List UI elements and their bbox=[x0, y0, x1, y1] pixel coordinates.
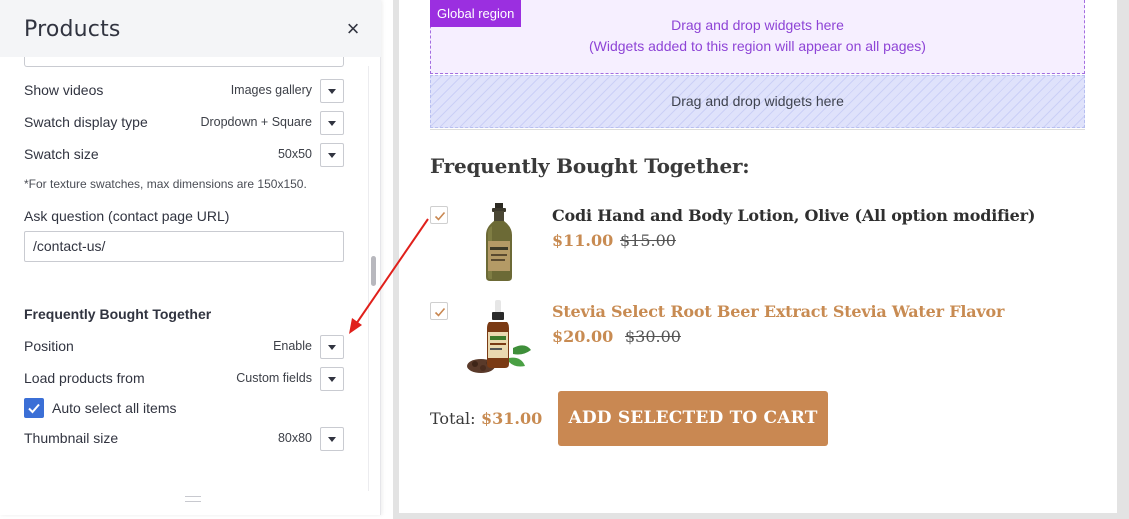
item-old-price: $15.00 bbox=[620, 231, 676, 250]
setting-value: Enable bbox=[273, 339, 312, 353]
dropdown-toggle[interactable] bbox=[320, 427, 344, 451]
global-region-subtext: (Widgets added to this region will appea… bbox=[589, 38, 926, 54]
dropdown-toggle[interactable] bbox=[320, 79, 344, 103]
item-name-link[interactable]: Stevia Select Root Beer Extract Stevia W… bbox=[552, 302, 1004, 321]
dropdown-toggle[interactable] bbox=[320, 111, 344, 135]
annotation-arrow-icon bbox=[349, 218, 429, 334]
panel-title: Products bbox=[24, 17, 121, 42]
item-price: $11.00 bbox=[552, 231, 614, 250]
setting-swatch-size: Swatch size 50x50 bbox=[24, 143, 344, 167]
setting-label: Show videos bbox=[24, 82, 104, 98]
setting-label: Thumbnail size bbox=[24, 430, 119, 446]
setting-value: Custom fields bbox=[236, 371, 312, 385]
auto-select-checkbox[interactable] bbox=[24, 398, 44, 418]
setting-value: 80x80 bbox=[277, 431, 312, 445]
setting-label: Swatch display type bbox=[24, 114, 148, 130]
auto-select-label: Auto select all items bbox=[52, 400, 177, 416]
item-name[interactable]: Codi Hand and Body Lotion, Olive (All op… bbox=[552, 206, 1035, 225]
dropdown-toggle[interactable] bbox=[320, 367, 344, 391]
setting-swatch-display-type: Swatch display type Dropdown + Square bbox=[24, 111, 344, 135]
item-old-price: $30.00 bbox=[625, 327, 681, 346]
setting-value: Images gallery bbox=[230, 83, 312, 97]
item-price: $20.00 bbox=[552, 327, 614, 346]
setting-label: Load products from bbox=[24, 370, 145, 386]
setting-position: Position Enable bbox=[24, 335, 344, 359]
fbt-section-title: Frequently Bought Together bbox=[24, 306, 212, 322]
previous-field-bottom-edge bbox=[24, 57, 344, 67]
add-selected-to-cart-button[interactable]: ADD SELECTED TO CART bbox=[558, 391, 828, 446]
divider bbox=[430, 129, 1085, 130]
global-region-dropzone[interactable] bbox=[430, 0, 1085, 74]
ask-question-label: Ask question (contact page URL) bbox=[24, 208, 230, 224]
setting-show-videos: Show videos Images gallery bbox=[24, 79, 344, 103]
check-icon bbox=[434, 307, 446, 317]
setting-thumbnail-size: Thumbnail size 80x80 bbox=[24, 427, 344, 451]
setting-label: Swatch size bbox=[24, 146, 99, 162]
settings-panel: Products × Show videos Images gallery Sw… bbox=[0, 0, 381, 515]
setting-load-products-from: Load products from Custom fields bbox=[24, 367, 344, 391]
check-icon bbox=[28, 403, 40, 414]
ask-question-input[interactable]: /contact-us/ bbox=[24, 231, 344, 262]
setting-value: 50x50 bbox=[277, 147, 312, 161]
setting-value: Dropdown + Square bbox=[200, 115, 312, 129]
stevia-bottle-image bbox=[467, 300, 531, 373]
total-label: Total: bbox=[430, 409, 476, 428]
fbt-heading: Frequently Bought Together: bbox=[430, 154, 750, 178]
total-value: $31.00 bbox=[481, 409, 543, 428]
swatch-note: *For texture swatches, max dimensions ar… bbox=[24, 177, 307, 191]
drag-handle-icon[interactable] bbox=[185, 496, 201, 502]
check-icon bbox=[434, 211, 446, 221]
dropdown-toggle[interactable] bbox=[320, 143, 344, 167]
lotion-bottle-image bbox=[486, 203, 512, 281]
close-icon[interactable]: × bbox=[342, 18, 364, 40]
panel-header: Products × bbox=[0, 0, 381, 57]
setting-label: Position bbox=[24, 338, 74, 354]
global-region-text: Drag and drop widgets here bbox=[671, 17, 844, 33]
page-region-text: Drag and drop widgets here bbox=[671, 93, 844, 109]
